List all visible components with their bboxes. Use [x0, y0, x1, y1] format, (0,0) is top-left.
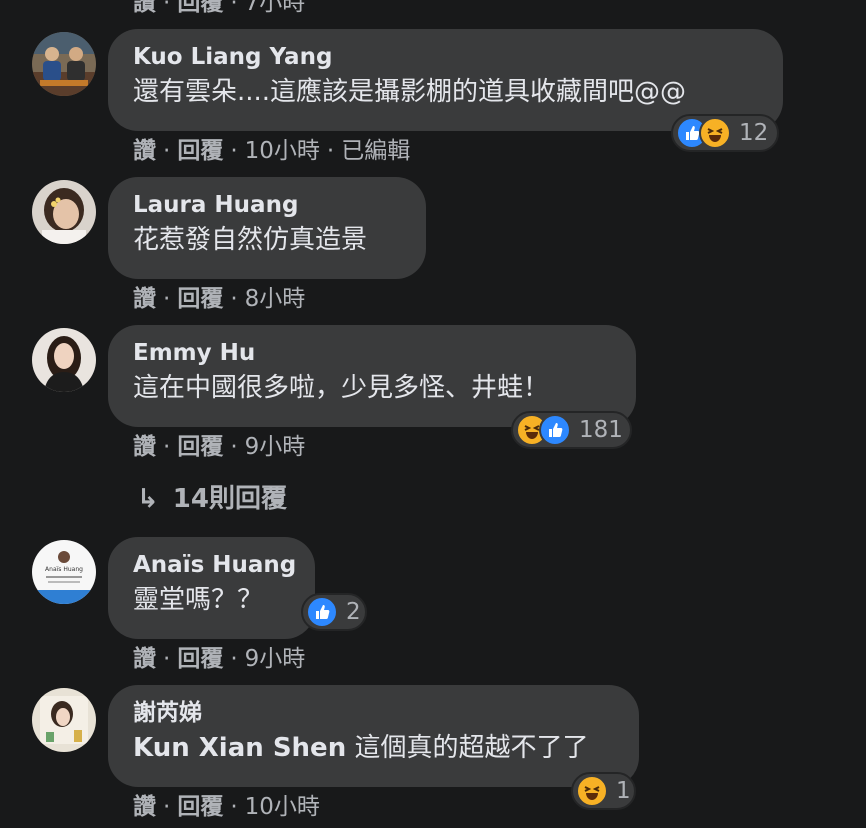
reaction-count: 1 [616, 778, 631, 804]
like-link[interactable]: 讚 [133, 646, 156, 672]
reaction-count: 12 [739, 120, 769, 146]
comment-text: 靈堂嗎？？ [133, 585, 264, 615]
reaction-summary[interactable]: 2 [301, 593, 367, 631]
like-link[interactable]: 讚 [133, 286, 156, 312]
reply-link[interactable]: 回覆 [177, 646, 223, 672]
avatar-photo-icon [32, 180, 96, 244]
avatar[interactable] [32, 180, 96, 244]
reply-link[interactable]: 回覆 [177, 794, 223, 820]
like-icon [539, 414, 571, 446]
like-link[interactable]: 讚 [133, 794, 156, 820]
reply-link[interactable]: 回覆 [177, 434, 223, 460]
avatar-photo-icon [32, 328, 96, 392]
mention-link[interactable]: Kun Xian Shen [133, 733, 346, 763]
comment-author[interactable]: Anaïs Huang [133, 550, 296, 580]
reply-link[interactable]: 回覆 [177, 138, 223, 164]
reaction-count: 181 [579, 417, 623, 443]
comment-text-body: 這個真的超越不了了 [346, 733, 589, 763]
timestamp[interactable]: 10小時 [245, 794, 320, 820]
avatar-card-name: Anaïs Huang [45, 566, 83, 573]
comment-text: 這在中國很多啦，少見多怪、井蛙！ [133, 373, 550, 403]
timestamp[interactable]: 10小時 [245, 138, 320, 164]
avatar[interactable] [32, 688, 96, 752]
comment-bubble: 謝芮娣 Kun Xian Shen 這個真的超越不了了 [108, 685, 639, 787]
reply-link[interactable]: 回覆 [177, 286, 223, 312]
reaction-summary[interactable]: 181 [511, 411, 632, 449]
haha-icon [699, 117, 731, 149]
avatar-photo-icon [32, 32, 96, 96]
edited-label[interactable]: 已編輯 [341, 138, 410, 164]
reply-arrow-icon: ↳ [137, 484, 159, 514]
comment-text: 還有雲朵....這應該是攝影棚的道具收藏間吧@@ [133, 77, 687, 107]
comment-actions: 讚 · 回覆 · 9小時 [133, 646, 306, 672]
like-link[interactable]: 讚 [133, 138, 156, 164]
comment-text: 花惹發自然仿真造景 [133, 225, 368, 255]
comment-author[interactable]: Kuo Liang Yang [133, 42, 757, 72]
comment-actions: 讚 · 回覆 · 9小時 [133, 434, 306, 460]
comment-actions: 讚 · 回覆 · 10小時 [133, 794, 320, 820]
comment-text: Kun Xian Shen 這個真的超越不了了 [133, 730, 613, 766]
timestamp[interactable]: 7小時 [245, 0, 306, 16]
reaction-count: 2 [346, 599, 361, 625]
view-replies-link[interactable]: ↳ 14則回覆 [137, 478, 287, 515]
avatar[interactable] [32, 328, 96, 392]
avatar[interactable]: Anaïs Huang [32, 540, 96, 604]
comment-actions-partial: 讚 · 回覆 · 7小時 [133, 0, 305, 18]
like-icon [306, 596, 338, 628]
comment-actions: 讚 · 回覆 · 8小時 [133, 286, 306, 312]
comment-bubble: Laura Huang 花惹發自然仿真造景 [108, 177, 426, 279]
like-link[interactable]: 讚 [133, 0, 156, 16]
comment-author[interactable]: 謝芮娣 [133, 698, 613, 728]
timestamp[interactable]: 9小時 [245, 434, 306, 460]
comment-actions: 讚 · 回覆 · 10小時 · 已編輯 [133, 138, 411, 164]
reply-link[interactable]: 回覆 [177, 0, 223, 16]
comment-author[interactable]: Laura Huang [133, 190, 400, 220]
avatar[interactable] [32, 32, 96, 96]
reaction-summary[interactable]: 1 [571, 772, 636, 810]
haha-icon [576, 775, 608, 807]
replies-count-label: 14則回覆 [172, 484, 287, 514]
avatar-photo-icon [32, 688, 96, 752]
comment-bubble: Anaïs Huang 靈堂嗎？？ [108, 537, 315, 639]
timestamp[interactable]: 9小時 [245, 646, 306, 672]
like-link[interactable]: 讚 [133, 434, 156, 460]
timestamp[interactable]: 8小時 [245, 286, 306, 312]
reaction-summary[interactable]: 12 [671, 114, 779, 152]
comment-author[interactable]: Emmy Hu [133, 338, 610, 368]
